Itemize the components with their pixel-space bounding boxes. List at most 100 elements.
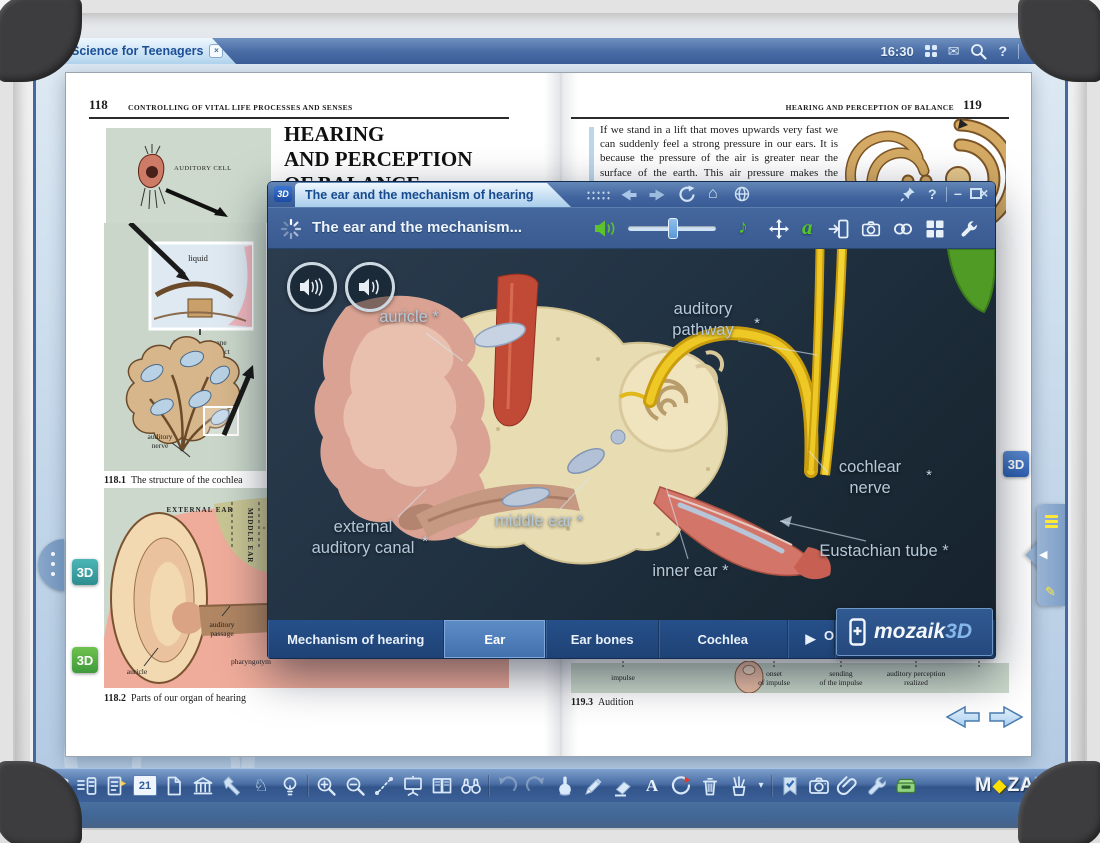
popup-toolbar-title: The ear and the mechanism... xyxy=(312,219,522,236)
panel-menu-icon[interactable] xyxy=(1045,525,1058,528)
text-tool-icon[interactable]: A xyxy=(640,774,664,798)
games-knight-icon[interactable]: ♘ xyxy=(249,774,273,798)
refresh-icon[interactable] xyxy=(678,185,696,203)
cell-label: AUDITORY CELL xyxy=(174,165,232,172)
volume-icon[interactable] xyxy=(594,219,618,238)
hotspot-auricle[interactable]: auricle * xyxy=(354,307,464,328)
popup-help-icon[interactable]: ? xyxy=(928,186,937,202)
toolbar-separator xyxy=(488,775,490,797)
search-binoculars-icon[interactable] xyxy=(459,774,483,798)
back-icon[interactable] xyxy=(620,188,638,202)
search-icon[interactable] xyxy=(970,43,987,60)
table-of-contents-icon[interactable] xyxy=(104,774,128,798)
tab-mechanism-of-hearing[interactable]: Mechanism of hearing xyxy=(268,620,444,658)
calendar-icon[interactable]: 21 xyxy=(133,774,157,798)
highlighter-icon[interactable] xyxy=(582,774,606,798)
tab-ear-bones[interactable]: Ear bones xyxy=(546,620,659,658)
screenshot-camera-icon[interactable] xyxy=(807,774,831,798)
panel-menu-icon[interactable] xyxy=(1045,520,1058,523)
presentation-board-icon[interactable] xyxy=(401,774,425,798)
next-page-button[interactable] xyxy=(987,701,1025,733)
hotspot-eustachian-tube[interactable]: Eustachian tube * xyxy=(794,541,974,562)
3d-scene-viewport[interactable]: auricle * auditory pathway * cochlear ne… xyxy=(268,249,995,620)
fig3-label-sending-2: of the impulse xyxy=(820,678,864,687)
hotspot-inner-ear[interactable]: inner ear * xyxy=(638,561,743,582)
popup-toolbar: The ear and the mechanism... ♪ a xyxy=(268,207,995,249)
help-icon[interactable]: ? xyxy=(998,44,1007,58)
snapshot-camera-icon[interactable] xyxy=(860,218,882,240)
pen-holder-dropdown-icon[interactable]: ▾ xyxy=(756,774,766,798)
preferences-wrench-icon[interactable] xyxy=(865,774,889,798)
settings-wrench-icon[interactable] xyxy=(958,218,980,240)
home-icon[interactable]: ⌂ xyxy=(708,185,718,203)
fig3-label-sending-1: sending xyxy=(829,669,853,678)
brand-3d: 3D xyxy=(945,620,972,643)
popup-title-tab[interactable]: The ear and the mechanism of hearing xyxy=(295,183,571,207)
hotspot-auditory-pathway[interactable]: auditory pathway * xyxy=(660,299,746,341)
badge-3d-green[interactable]: 3D xyxy=(72,647,98,673)
fig3-label-impulse: impulse xyxy=(611,673,635,682)
globe-icon[interactable] xyxy=(734,186,750,202)
popup-minimize-button[interactable]: – xyxy=(954,185,962,201)
trash-icon[interactable] xyxy=(698,774,722,798)
panel-menu-icon[interactable] xyxy=(1045,515,1058,518)
mail-icon[interactable]: ✉ xyxy=(948,43,960,60)
ideas-bulb-icon[interactable] xyxy=(278,774,302,798)
label-line: external xyxy=(302,517,424,538)
redo-icon[interactable] xyxy=(524,774,548,798)
calendar-day: 21 xyxy=(133,775,157,796)
bookmark-check-icon[interactable] xyxy=(778,774,802,798)
hotspot-cochlear-nerve[interactable]: cochlear nerve * xyxy=(824,457,916,499)
drag-dots-icon[interactable] xyxy=(586,190,612,202)
panel-collapse-icon[interactable]: ◀ xyxy=(1039,548,1047,561)
hotspot-external-auditory-canal[interactable]: external auditory canal * xyxy=(302,517,424,559)
draw-hand-icon[interactable] xyxy=(553,774,577,798)
brand-word: mozaik xyxy=(874,620,945,643)
insert-to-book-icon[interactable] xyxy=(828,218,850,240)
popup-close-button[interactable]: × xyxy=(980,185,988,201)
hotspot-middle-ear[interactable]: middle ear * xyxy=(484,511,594,532)
tab-ear[interactable]: Ear xyxy=(444,620,546,658)
sound-button-loud[interactable] xyxy=(287,262,337,312)
forward-icon[interactable] xyxy=(648,188,666,202)
panel-edit-icon[interactable]: ✎ xyxy=(1045,584,1056,600)
rotate-tool-icon[interactable] xyxy=(669,774,693,798)
tab-cochlea[interactable]: Cochlea xyxy=(659,620,788,658)
layout-grid-icon[interactable] xyxy=(924,218,946,240)
fig1-label-nerve-2: nerve xyxy=(152,441,169,450)
attachment-paperclip-icon[interactable] xyxy=(836,774,860,798)
caption-number: 118.1 xyxy=(104,475,126,486)
move-icon[interactable] xyxy=(768,218,790,240)
tab-close-icon[interactable]: × xyxy=(209,44,223,58)
figure-118-1-caption: 118.1The structure of the cochlea xyxy=(104,475,243,486)
double-page-view-icon[interactable] xyxy=(430,774,454,798)
route-icon[interactable] xyxy=(372,774,396,798)
apps-grid-icon[interactable] xyxy=(925,45,937,57)
pin-icon[interactable] xyxy=(900,186,916,202)
close-book-icon[interactable] xyxy=(75,774,99,798)
figure-auditory-cell: AUDITORY CELL xyxy=(106,128,271,223)
volume-slider-handle[interactable] xyxy=(668,218,678,239)
undo-icon[interactable] xyxy=(495,774,519,798)
titlebar-separator xyxy=(1018,44,1019,59)
eraser-icon[interactable] xyxy=(611,774,635,798)
annotation-labels-icon[interactable]: a xyxy=(802,215,813,240)
left-drawer-handle[interactable] xyxy=(38,539,64,591)
link-icon[interactable] xyxy=(892,218,914,240)
badge-3d-teal[interactable]: 3D xyxy=(72,559,98,585)
media-library-icon[interactable] xyxy=(191,774,215,798)
heading-line-2: AND PERCEPTION xyxy=(284,147,472,172)
narration-music-icon[interactable]: ♪ xyxy=(738,216,748,239)
hotspot-star: * xyxy=(422,531,428,552)
pen-holder-icon[interactable] xyxy=(727,774,751,798)
prev-page-button[interactable] xyxy=(944,701,982,733)
fig3-label-perception-1: auditory perception xyxy=(887,669,946,678)
badge-3d-blue[interactable]: 3D xyxy=(1003,451,1029,477)
fig2-label-pharyngo: pharyngotym xyxy=(231,657,271,666)
sound-button-soft[interactable] xyxy=(345,262,395,312)
zoom-out-icon[interactable] xyxy=(343,774,367,798)
tools-hammer-icon[interactable] xyxy=(220,774,244,798)
toolbox-drawer-icon[interactable] xyxy=(894,774,918,798)
zoom-in-icon[interactable] xyxy=(314,774,338,798)
new-page-icon[interactable] xyxy=(162,774,186,798)
